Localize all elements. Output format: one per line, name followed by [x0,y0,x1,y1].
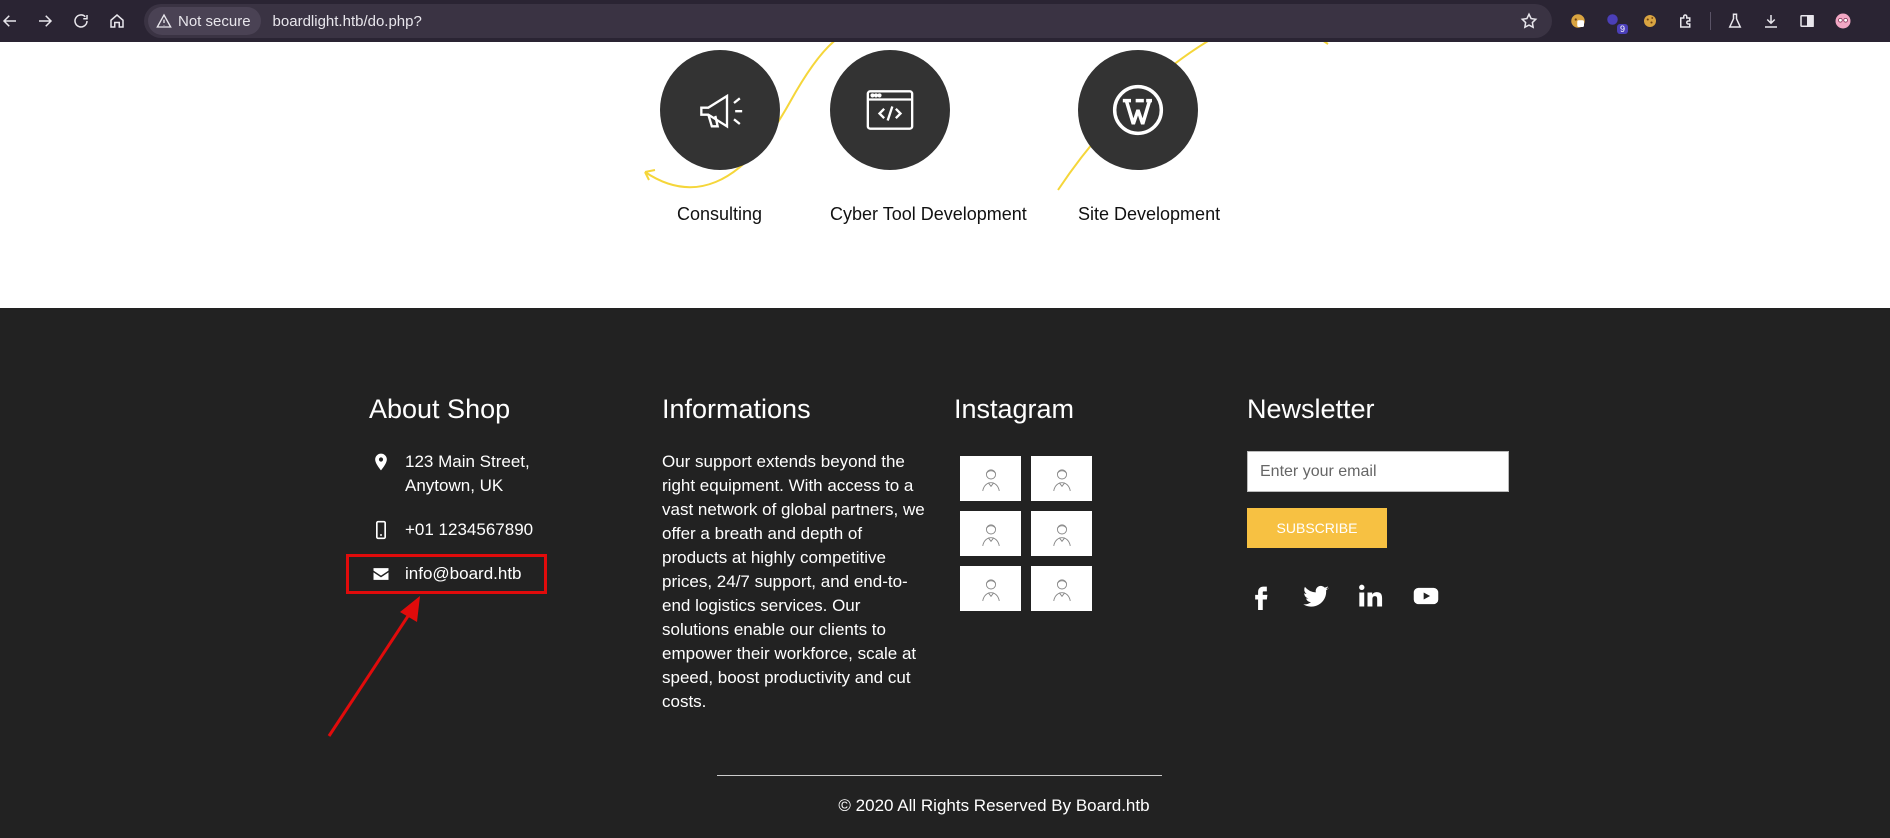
facebook-icon[interactable] [1247,582,1275,610]
cyber-tool-circle[interactable] [830,50,950,170]
reload-button[interactable] [63,3,99,39]
subscribe-button[interactable]: SUBSCRIBE [1247,508,1387,548]
side-panel-button[interactable] [1789,3,1825,39]
flask-icon [1728,13,1742,28]
home-icon [110,14,124,28]
cookie-extension[interactable] [1632,3,1668,39]
side-panel-icon [1800,15,1814,27]
youtube-icon[interactable] [1412,582,1440,610]
extensions-area: 9 [1560,0,1861,42]
megaphone-icon [700,93,743,129]
reload-icon [74,14,88,28]
site-footer: About Shop 123 Main Street, Anytown, UK … [0,308,1890,838]
browser-toolbar: Not secure boardlight.htb/do.php? 9 [0,0,1890,42]
back-arrow-icon [2,15,16,27]
avatar-icon [1835,13,1851,29]
service-label-site-development: Site Development [1078,204,1221,224]
extension-badge: 9 [1616,24,1628,34]
instagram-thumb[interactable] [1031,566,1092,611]
downloads-button[interactable] [1753,3,1789,39]
security-indicator[interactable]: Not secure [148,7,261,35]
instagram-thumb[interactable] [1031,456,1092,501]
url-text[interactable]: boardlight.htb/do.php? [273,13,422,30]
instagram-thumb[interactable] [960,566,1021,611]
person-icon [981,578,1000,601]
instagram-thumb[interactable] [960,511,1021,556]
forward-button[interactable] [27,3,63,39]
instagram-thumb[interactable] [1031,511,1092,556]
back-button[interactable] [0,3,28,39]
person-icon [1052,468,1071,491]
site-development-circle[interactable] [1078,50,1198,170]
consulting-circle[interactable] [660,50,780,170]
home-button[interactable] [99,3,135,39]
bookmark-star-icon[interactable] [1520,12,1538,30]
warning-triangle-icon [156,13,172,28]
labs-button[interactable] [1717,3,1753,39]
cookie-icon [1644,15,1656,27]
cookie-editor-extension[interactable] [1560,3,1596,39]
informations-title: Informations [662,394,811,424]
informations-text: Our support extends beyond the right equ… [662,452,925,711]
services-section: Consulting Cyber Tool Development Site D… [0,42,1890,308]
forward-arrow-icon [39,15,53,27]
person-icon [1052,578,1071,601]
annotation-highlight-box [346,554,547,594]
download-icon [1765,15,1777,28]
linkedin-icon[interactable] [1357,582,1385,610]
copyright-text: © 2020 All Rights Reserved By Board.htb [0,796,1890,816]
address-line-1: 123 Main Street, [405,452,530,471]
map-pin-icon [369,452,393,472]
address-bar[interactable]: Not secure boardlight.htb/do.php? [144,4,1552,38]
profile-avatar[interactable] [1825,3,1861,39]
mobile-phone-icon [369,520,393,540]
badge-extension[interactable]: 9 [1596,3,1632,39]
about-shop-title: About Shop [369,394,511,424]
newsletter-email-input[interactable] [1247,451,1509,492]
puzzle-icon [1680,14,1691,28]
security-label: Not secure [178,12,251,30]
decorative-curve [644,42,1329,191]
newsletter-title: Newsletter [1247,394,1375,424]
instagram-grid [960,456,1092,611]
person-icon [981,523,1000,546]
footer-divider [717,775,1162,776]
toolbar-separator [1710,12,1711,30]
address-item: 123 Main Street, Anytown, UK [369,450,530,498]
wordpress-icon [1112,84,1164,136]
twitter-icon[interactable] [1302,582,1330,610]
cookie-extension-icon [1571,14,1585,28]
instagram-title: Instagram [954,394,1075,424]
service-label-consulting: Consulting [677,204,763,224]
person-icon [981,468,1000,491]
phone-link[interactable]: +01 1234567890 [405,518,533,542]
address-line-2: Anytown, UK [405,476,504,495]
service-label-cyber-tool: Cyber Tool Development [830,204,1027,224]
phone-item: +01 1234567890 [369,518,533,542]
instagram-thumb[interactable] [960,456,1021,501]
extensions-menu-button[interactable] [1668,3,1704,39]
copyright-label: © 2020 All Rights Reserved By Board.htb [838,796,1150,815]
person-icon [1052,523,1071,546]
social-links [1247,582,1440,610]
code-window-icon [866,90,914,130]
